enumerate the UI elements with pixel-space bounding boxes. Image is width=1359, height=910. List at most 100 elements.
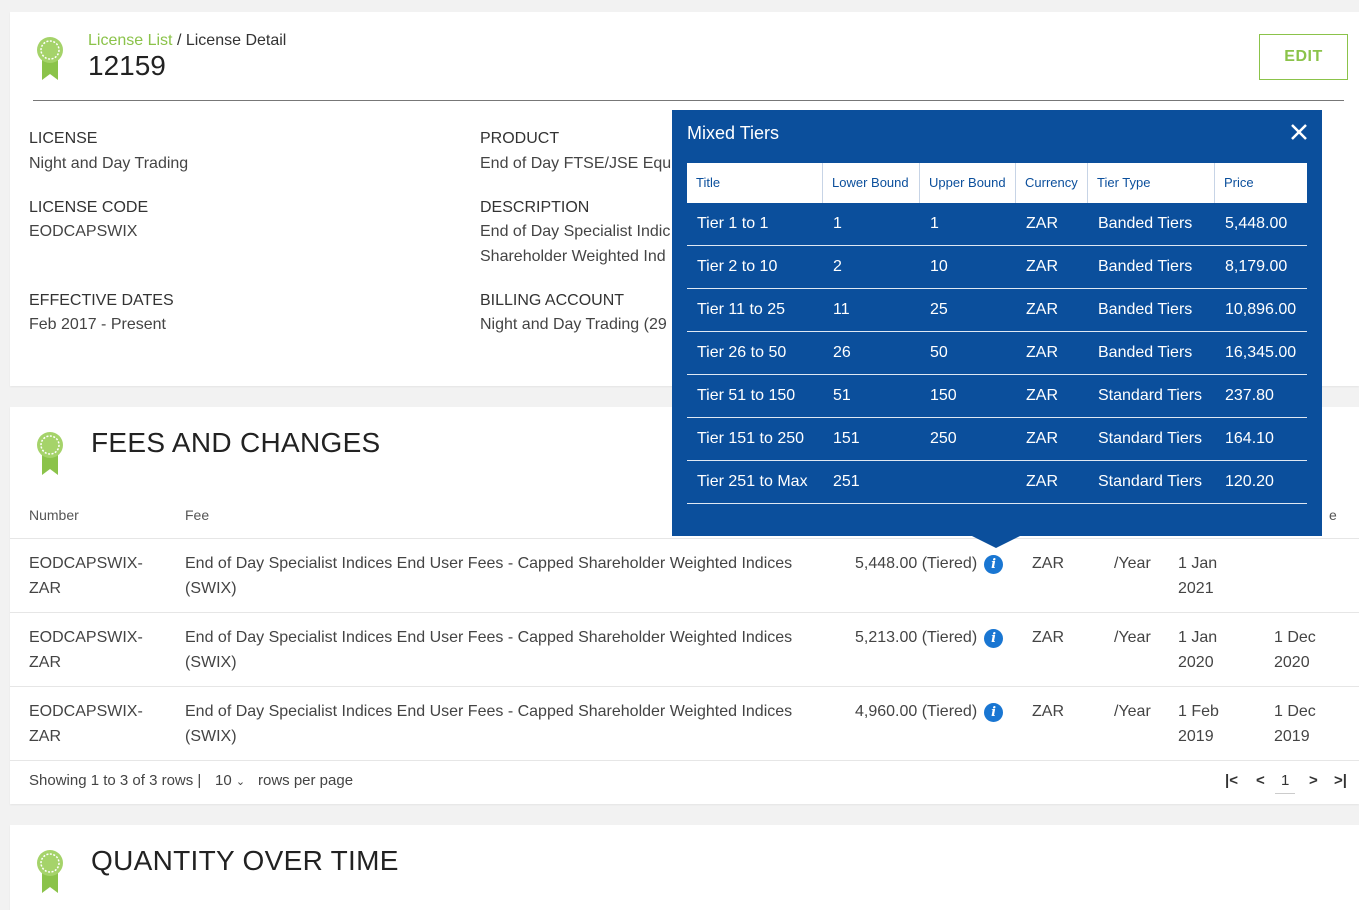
- tier-currency: ZAR: [1026, 430, 1058, 447]
- fee-description-suffix: (SWIX): [185, 654, 237, 671]
- fee-period: /Year: [1114, 703, 1151, 720]
- pagination-summary: Showing 1 to 3 of 3 rows |: [29, 772, 202, 789]
- fees-section-title: FEES AND CHANGES: [91, 427, 381, 458]
- license-label: LICENSE: [29, 130, 98, 147]
- tier-lower-bound: 11: [833, 301, 850, 318]
- tier-type: Banded Tiers: [1098, 301, 1193, 318]
- fee-number-suffix: ZAR: [29, 580, 61, 597]
- fee-start-date: 1 Jan: [1178, 555, 1218, 572]
- tier-lower-bound: 1: [833, 215, 842, 232]
- table-row[interactable]: EODCAPSWIX- ZAR End of Day Specialist Ind…: [10, 686, 1359, 760]
- fee-currency: ZAR: [1032, 629, 1064, 646]
- tier-type: Banded Tiers: [1098, 344, 1193, 361]
- tier-currency: ZAR: [1026, 344, 1058, 361]
- fee-period: /Year: [1114, 629, 1151, 646]
- info-icon[interactable]: i: [984, 703, 1004, 722]
- rows-per-page-value: 10: [215, 772, 232, 789]
- tier-title: Tier 251 to Max: [697, 473, 808, 490]
- tier-lower-bound: 2: [833, 258, 842, 275]
- table-row[interactable]: EODCAPSWIX- ZAR End of Day Specialist Ind…: [10, 538, 1359, 612]
- tier-price: 120.20: [1225, 473, 1274, 490]
- fee-number: EODCAPSWIX-: [29, 703, 143, 720]
- tier-price: 164.10: [1225, 430, 1274, 447]
- tiers-column-tier-type: Tier Type: [1088, 163, 1215, 203]
- tiers-column-currency: Currency: [1016, 163, 1088, 203]
- last-page-button[interactable]: >|: [1334, 772, 1347, 789]
- tier-upper-bound: 25: [930, 301, 948, 318]
- tier-row: Tier 51 to 150 51 150 ZAR Standard Tiers 237.…: [687, 375, 1307, 418]
- prev-page-button[interactable]: <: [1256, 772, 1265, 789]
- tier-row: Tier 1 to 1 1 1 ZAR Banded Tiers 5,448.00: [687, 203, 1307, 246]
- tier-title: Tier 51 to 150: [697, 387, 796, 404]
- breadcrumb-license-list-link[interactable]: License List: [88, 32, 173, 49]
- first-page-button[interactable]: |<: [1225, 772, 1238, 789]
- popover-pointer: [972, 536, 1020, 548]
- fee-start-year: 2019: [1178, 728, 1214, 745]
- column-header-number[interactable]: Number: [29, 507, 79, 523]
- effective-dates-value: Feb 2017 - Present: [29, 316, 166, 333]
- license-value: Night and Day Trading: [29, 155, 189, 172]
- fee-start-date: 1 Feb: [1178, 703, 1219, 720]
- fee-end-date: 1 Dec: [1274, 703, 1316, 720]
- edit-button[interactable]: EDIT: [1259, 34, 1348, 80]
- tier-row: Tier 11 to 25 11 25 ZAR Banded Tiers 10,896.0…: [687, 289, 1307, 332]
- rows-per-page-select[interactable]: 10 ⌄: [215, 772, 245, 789]
- fee-description: End of Day Specialist Indices End User F…: [185, 555, 793, 572]
- tier-title: Tier 151 to 250: [697, 430, 805, 447]
- description-line-1: End of Day Specialist Indic: [480, 223, 671, 240]
- tier-upper-bound: 10: [930, 258, 948, 275]
- tier-currency: ZAR: [1026, 473, 1058, 490]
- tier-currency: ZAR: [1026, 387, 1058, 404]
- product-value: End of Day FTSE/JSE Equ: [480, 155, 672, 172]
- column-header-fee[interactable]: Fee: [185, 507, 209, 523]
- info-icon[interactable]: i: [984, 629, 1004, 648]
- header-divider: [33, 100, 1344, 101]
- tier-row: Tier 2 to 10 2 10 ZAR Banded Tiers 8,179.00: [687, 246, 1307, 289]
- fee-number: EODCAPSWIX-: [29, 629, 143, 646]
- next-page-button[interactable]: >: [1309, 772, 1318, 789]
- billing-account-label: BILLING ACCOUNT: [480, 292, 625, 309]
- tier-type: Standard Tiers: [1098, 430, 1203, 447]
- fee-end-year: 2020: [1274, 654, 1310, 671]
- quantity-card: QUANTITY OVER TIME: [10, 825, 1359, 910]
- fee-start-date: 1 Jan: [1178, 629, 1218, 646]
- breadcrumb-current: License Detail: [185, 32, 287, 49]
- tier-lower-bound: 151: [833, 430, 860, 447]
- tier-title: Tier 26 to 50: [697, 344, 787, 361]
- tier-type: Standard Tiers: [1098, 387, 1203, 404]
- tiers-column-title: Title: [687, 163, 823, 203]
- info-icon[interactable]: i: [984, 555, 1004, 574]
- tier-currency: ZAR: [1026, 301, 1058, 318]
- mixed-tiers-popover: Mixed Tiers Title Lower Bound Upper Boun…: [672, 110, 1322, 548]
- table-row[interactable]: EODCAPSWIX- ZAR End of Day Specialist Ind…: [10, 612, 1359, 686]
- tier-upper-bound: 150: [930, 387, 957, 404]
- tier-price: 8,179.00: [1225, 258, 1288, 275]
- popover-title: Mixed Tiers: [687, 123, 780, 143]
- tier-price: 10,896.00: [1225, 301, 1297, 318]
- tier-price: 5,448.00: [1225, 215, 1288, 232]
- effective-dates-label: EFFECTIVE DATES: [29, 292, 174, 309]
- tiers-column-price: Price: [1224, 175, 1254, 190]
- column-header-end-date[interactable]: e: [1329, 507, 1337, 523]
- close-icon[interactable]: [1288, 121, 1310, 143]
- fee-number: EODCAPSWIX-: [29, 555, 143, 572]
- tiers-column-upper-bound: Upper Bound: [920, 163, 1016, 203]
- tier-row: Tier 151 to 250 151 250 ZAR Standard Tiers 16…: [687, 418, 1307, 461]
- tier-lower-bound: 51: [833, 387, 851, 404]
- description-line-2: Shareholder Weighted Ind: [480, 248, 666, 265]
- current-page-button[interactable]: 1: [1275, 772, 1296, 794]
- fee-start-year: 2021: [1178, 580, 1214, 597]
- rows-per-page-label: rows per page: [258, 772, 354, 789]
- page-title: 12159: [88, 50, 166, 81]
- fee-currency: ZAR: [1032, 555, 1064, 572]
- tier-upper-bound: 50: [930, 344, 948, 361]
- quantity-section-title: QUANTITY OVER TIME: [91, 845, 399, 876]
- license-code-label: LICENSE CODE: [29, 199, 149, 216]
- fee-currency: ZAR: [1032, 703, 1064, 720]
- fee-amount: 4,960.00 (Tiered): [855, 703, 978, 720]
- tier-type: Standard Tiers: [1098, 473, 1203, 490]
- fee-amount: 5,448.00 (Tiered): [855, 555, 978, 572]
- tier-currency: ZAR: [1026, 258, 1058, 275]
- tier-upper-bound: 1: [930, 215, 939, 232]
- breadcrumb-separator: /: [172, 32, 186, 49]
